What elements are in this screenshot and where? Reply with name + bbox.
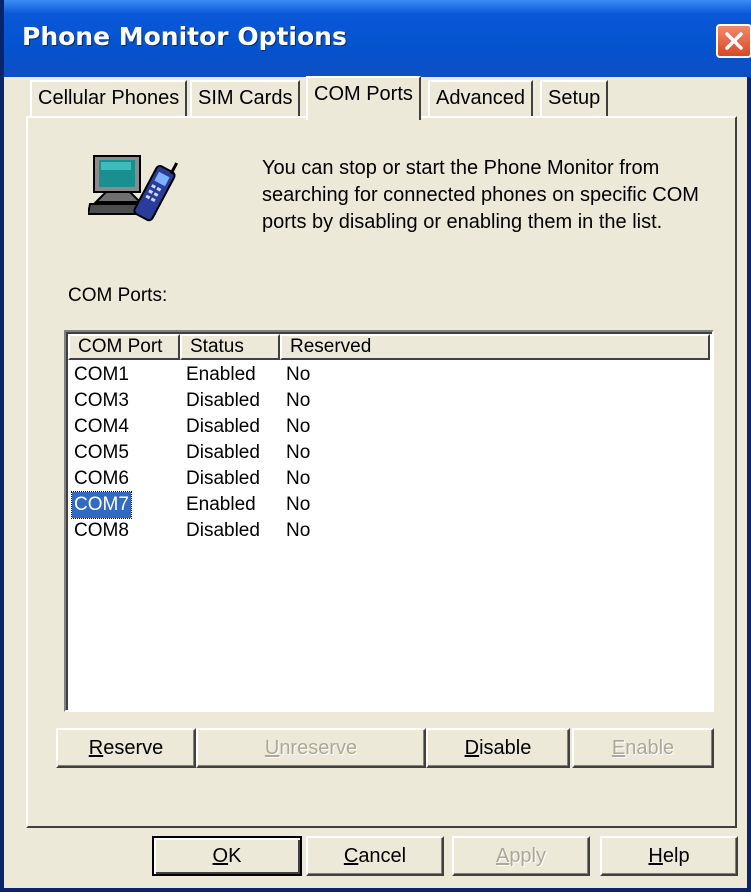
table-row[interactable]: COM1 Enabled No xyxy=(68,362,708,388)
cancel-button[interactable]: Cancel xyxy=(306,836,444,876)
port-cell: COM3 xyxy=(74,390,129,411)
enable-button[interactable]: Enable xyxy=(572,728,714,768)
column-header-status[interactable]: Status xyxy=(180,334,280,360)
port-cell: COM4 xyxy=(74,416,129,437)
com-ports-list[interactable]: COM Port Status Reserved COM1 Enabled No… xyxy=(64,330,714,712)
table-row[interactable]: COM4 Disabled No xyxy=(68,414,708,440)
table-row[interactable]: COM8 Disabled No xyxy=(68,518,708,544)
tab-sim-cards[interactable]: SIM Cards xyxy=(190,80,301,116)
status-cell: Disabled xyxy=(186,468,260,489)
disable-button[interactable]: Disable xyxy=(426,728,570,768)
reserved-cell: No xyxy=(286,442,311,463)
port-cell: COM8 xyxy=(74,520,129,541)
tab-cellular-phones[interactable]: Cellular Phones xyxy=(30,80,188,116)
tab-setup[interactable]: Setup xyxy=(540,80,609,116)
table-row[interactable]: COM5 Disabled No xyxy=(68,440,708,466)
tab-com-ports[interactable]: COM Ports xyxy=(306,76,421,120)
tab-advanced[interactable]: Advanced xyxy=(428,80,533,116)
help-button[interactable]: Help xyxy=(600,836,738,876)
com-ports-label: COM Ports: xyxy=(68,285,168,306)
reserved-cell: No xyxy=(286,390,311,411)
port-cell: COM5 xyxy=(74,442,129,463)
status-cell: Enabled xyxy=(186,364,256,385)
status-cell: Disabled xyxy=(186,416,260,437)
reserved-cell: No xyxy=(286,494,311,515)
reserve-button[interactable]: Reserve xyxy=(56,728,196,768)
reserved-cell: No xyxy=(286,520,311,541)
computer-phone-icon xyxy=(88,155,178,222)
port-cell: COM6 xyxy=(74,468,129,489)
status-cell: Disabled xyxy=(186,520,260,541)
table-row[interactable]: COM3 Disabled No xyxy=(68,388,708,414)
apply-button[interactable]: Apply xyxy=(452,836,590,876)
status-cell: Enabled xyxy=(186,494,256,515)
column-header-reserved[interactable]: Reserved xyxy=(280,334,710,360)
reserved-cell: No xyxy=(286,364,311,385)
unreserve-button[interactable]: Unreserve xyxy=(196,728,426,768)
column-header-com-port[interactable]: COM Port xyxy=(68,334,180,360)
list-frame: COM Port Status Reserved COM1 Enabled No… xyxy=(66,332,712,710)
table-row-selected[interactable]: COM7 Enabled No xyxy=(68,491,708,519)
status-cell: Disabled xyxy=(186,442,260,463)
status-cell: Disabled xyxy=(186,390,260,411)
reserved-cell: No xyxy=(286,468,311,489)
table-row[interactable]: COM6 Disabled No xyxy=(68,466,708,492)
ok-button[interactable]: OK xyxy=(152,836,302,876)
title-bar[interactable]: Phone Monitor Options xyxy=(4,0,751,77)
port-cell: COM1 xyxy=(74,364,129,385)
window-title: Phone Monitor Options xyxy=(22,22,347,51)
port-cell: COM7 xyxy=(71,491,132,519)
close-button[interactable] xyxy=(716,24,751,58)
close-icon xyxy=(725,32,743,50)
description-text: You can stop or start the Phone Monitor … xyxy=(262,157,699,233)
dialog-window: Phone Monitor Options Cellular Phones SI… xyxy=(0,0,751,892)
reserved-cell: No xyxy=(286,416,311,437)
